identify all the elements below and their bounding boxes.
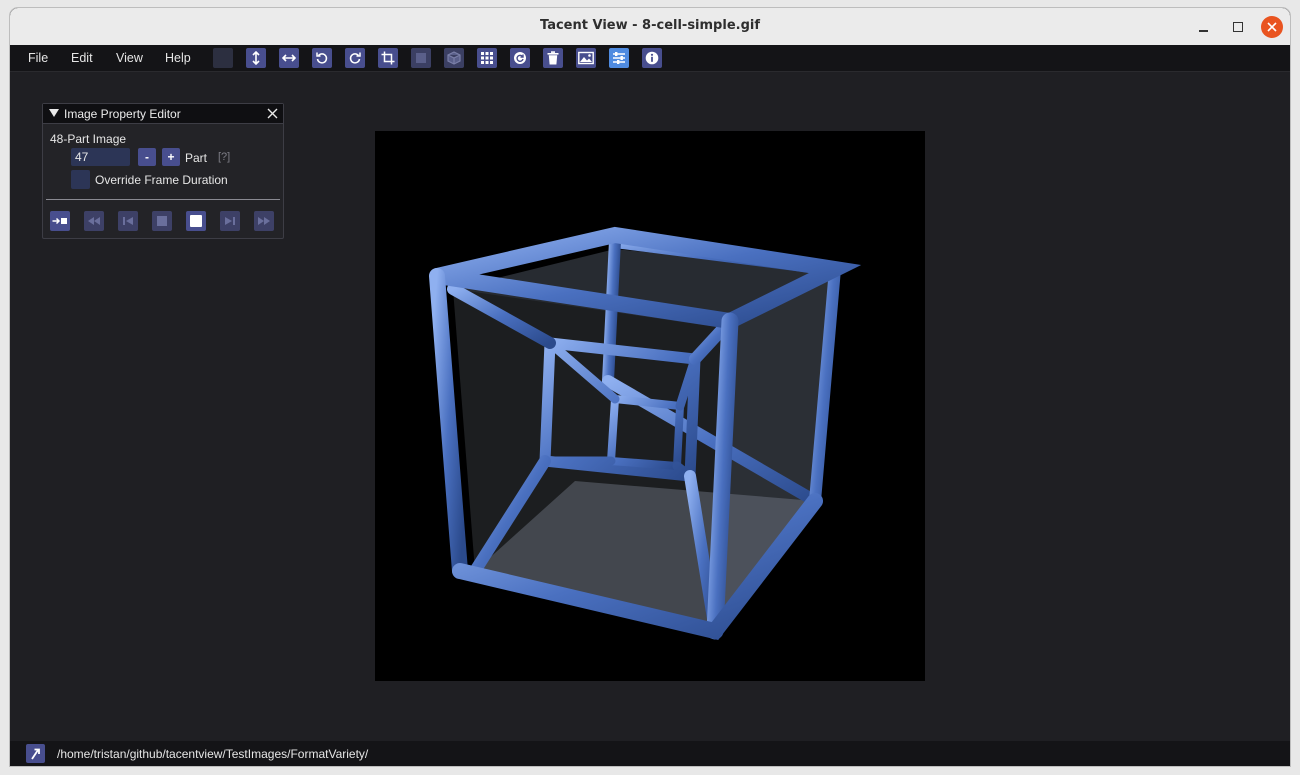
maximize-button[interactable] — [1227, 16, 1249, 38]
rotate-cw-icon — [349, 52, 361, 64]
flip-vertical-icon — [252, 51, 260, 65]
sliders-button[interactable] — [609, 48, 629, 68]
frame-square-icon — [190, 215, 202, 227]
up-directory-button[interactable] — [26, 744, 45, 763]
info-button[interactable] — [642, 48, 662, 68]
sliders-icon — [613, 52, 625, 64]
fast-forward-icon — [258, 217, 270, 225]
rotate-ccw-icon — [316, 52, 328, 64]
delete-button[interactable] — [543, 48, 563, 68]
collapse-icon[interactable] — [49, 109, 59, 117]
play-button[interactable] — [186, 211, 206, 231]
rotate-cw-button[interactable] — [345, 48, 365, 68]
square-button[interactable] — [411, 48, 431, 68]
step-back-icon — [123, 217, 133, 225]
close-window-button[interactable] — [1261, 16, 1283, 38]
part-increment-button[interactable]: + — [162, 148, 180, 166]
image-viewer[interactable] — [375, 131, 925, 681]
cube-button[interactable] — [444, 48, 464, 68]
cube-icon — [447, 51, 461, 65]
menu-file[interactable]: File — [28, 51, 48, 65]
color-swatch-button[interactable] — [213, 48, 233, 68]
panel-title: Image Property Editor — [64, 107, 181, 121]
flip-horizontal-icon — [282, 54, 296, 62]
part-input[interactable] — [71, 148, 130, 166]
menu-edit[interactable]: Edit — [71, 51, 93, 65]
minimize-button[interactable] — [1192, 16, 1214, 38]
info-icon — [645, 51, 659, 65]
menu-help[interactable]: Help — [165, 51, 191, 65]
stop-button[interactable] — [152, 211, 172, 231]
minimize-icon — [1198, 30, 1208, 32]
square-icon — [416, 53, 426, 63]
image-property-editor: Image Property Editor 48-Part Image - + … — [42, 103, 284, 239]
title-bar: Tacent View - 8-cell-simple.gif — [10, 8, 1290, 45]
grid-icon — [481, 52, 493, 64]
tesseract-image — [429, 226, 862, 640]
stop-icon — [157, 216, 167, 226]
skip-to-end-button[interactable] — [254, 211, 274, 231]
app-window: Tacent View - 8-cell-simple.gif File Edi… — [10, 8, 1290, 766]
close-icon — [1267, 22, 1277, 32]
close-icon[interactable] — [265, 106, 280, 121]
panel-divider — [46, 199, 280, 200]
flip-vertical-button[interactable] — [246, 48, 266, 68]
loop-toggle-button[interactable] — [50, 211, 70, 231]
image-info-label: 48-Part Image — [50, 132, 127, 146]
current-path: /home/tristan/github/tacentview/TestImag… — [57, 747, 369, 761]
flip-horizontal-button[interactable] — [279, 48, 299, 68]
override-duration-label: Override Frame Duration — [95, 173, 228, 187]
crop-icon — [381, 51, 395, 65]
image-button[interactable] — [576, 48, 596, 68]
menu-bar: File Edit View Help — [10, 45, 1290, 72]
arrow-up-icon — [30, 748, 40, 760]
override-duration-checkbox[interactable] — [71, 170, 90, 189]
grid-button[interactable] — [477, 48, 497, 68]
previous-frame-button[interactable] — [118, 211, 138, 231]
panel-header[interactable]: Image Property Editor — [43, 104, 283, 124]
menu-view[interactable]: View — [116, 51, 143, 65]
loop-icon — [52, 217, 67, 225]
maximize-icon — [1233, 22, 1243, 32]
skip-to-start-button[interactable] — [84, 211, 104, 231]
part-decrement-button[interactable]: - — [138, 148, 156, 166]
refresh-button[interactable] — [510, 48, 530, 68]
window-title: Tacent View - 8-cell-simple.gif — [540, 18, 760, 33]
rotate-ccw-button[interactable] — [312, 48, 332, 68]
part-label: Part — [185, 151, 208, 165]
next-frame-button[interactable] — [220, 211, 240, 231]
step-forward-icon — [225, 217, 235, 225]
refresh-icon — [514, 52, 526, 64]
help-marker[interactable]: [?] — [218, 151, 230, 163]
image-icon — [578, 51, 594, 65]
rewind-icon — [88, 217, 100, 225]
crop-button[interactable] — [378, 48, 398, 68]
status-bar: /home/tristan/github/tacentview/TestImag… — [10, 741, 1290, 766]
trash-icon — [547, 51, 559, 65]
